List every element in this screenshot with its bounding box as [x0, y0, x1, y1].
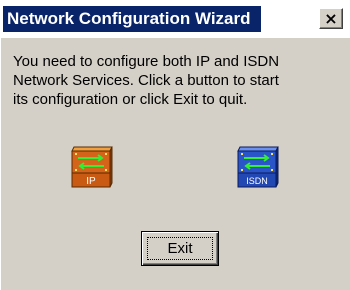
isdn-icon-label: ISDN	[246, 176, 268, 186]
title-bar[interactable]: Network Configuration Wizard ×	[0, 3, 350, 35]
exit-button[interactable]: Exit	[141, 231, 219, 266]
close-button[interactable]: ×	[319, 8, 343, 29]
exit-button-label: Exit	[167, 240, 193, 257]
message-line: Network Services. Click a button to star…	[13, 72, 279, 89]
ip-configuration-button[interactable]: IP	[68, 143, 116, 191]
close-icon: ×	[324, 8, 338, 28]
instruction-message: You need to configure both IP and ISDN N…	[13, 52, 343, 109]
message-line: You need to configure both IP and ISDN	[13, 53, 280, 70]
network-configuration-wizard-window: Network Configuration Wizard × You need …	[0, 0, 350, 290]
isdn-network-icon: ISDN	[237, 146, 279, 188]
message-line: its configuration or click Exit to quit.	[13, 91, 248, 108]
window-title: Network Configuration Wizard	[3, 6, 261, 32]
isdn-configuration-button[interactable]: ISDN	[234, 143, 282, 191]
ip-icon-label: IP	[86, 176, 96, 187]
ip-network-icon: IP	[71, 146, 113, 188]
